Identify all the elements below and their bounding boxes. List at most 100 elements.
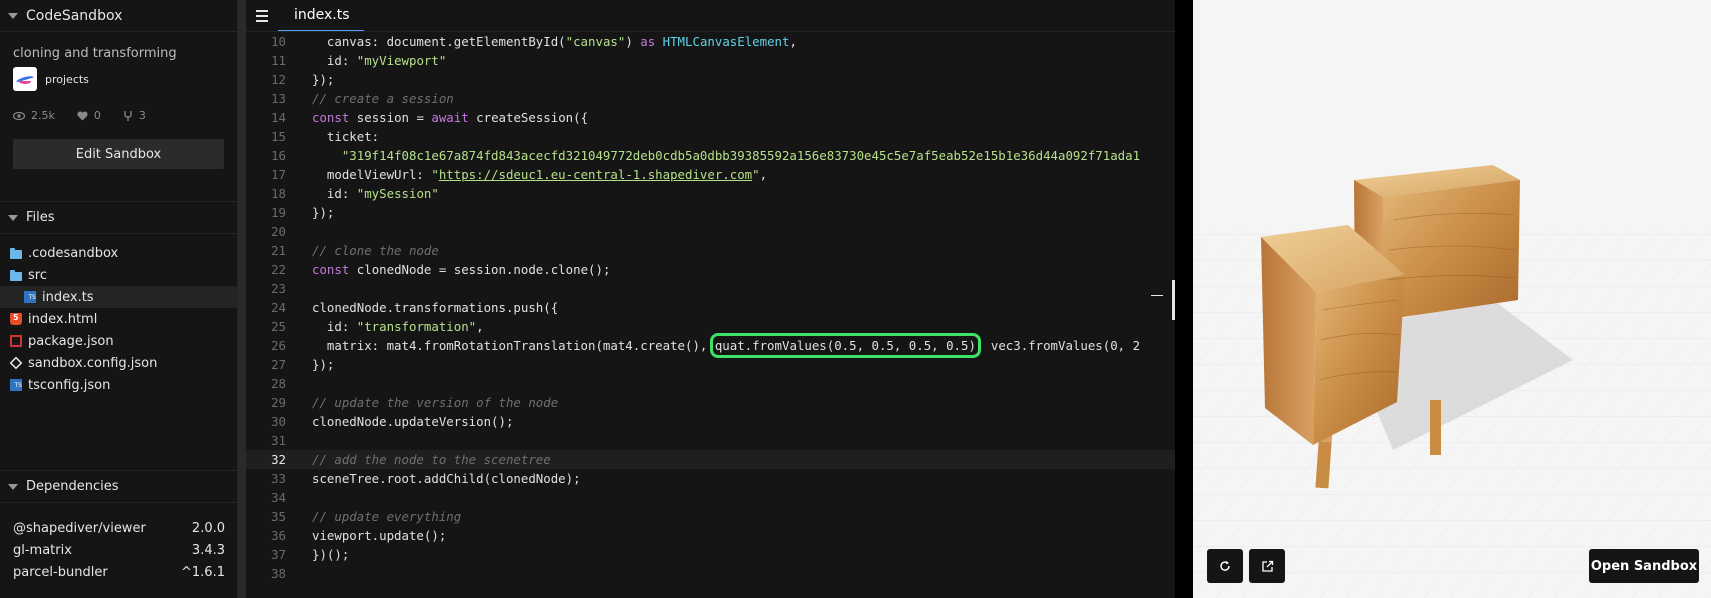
file-item[interactable]: package.json [0, 330, 237, 352]
code-line[interactable]: 11 id: "myViewport" [246, 51, 1175, 70]
file-item[interactable]: sandbox.config.json [0, 352, 237, 374]
npm-file-icon [10, 335, 22, 347]
code-line[interactable]: 24 clonedNode.transformations.push({ [246, 298, 1175, 317]
line-number: 20 [271, 224, 286, 239]
files-header-label: Files [26, 210, 55, 225]
dependency-item[interactable]: gl-matrix 3.4.3 [0, 539, 237, 561]
file-name: .codesandbox [28, 245, 119, 261]
fork-icon [124, 110, 132, 121]
chevron-down-icon [8, 12, 18, 19]
file-item[interactable]: .codesandbox [0, 242, 237, 264]
code-line[interactable]: 23 [246, 279, 1175, 298]
refresh-button[interactable] [1207, 549, 1243, 583]
code-area[interactable]: 10 canvas: document.getElementById("canv… [246, 32, 1175, 583]
code-line[interactable]: 34 [246, 488, 1175, 507]
dependencies-header[interactable]: Dependencies [0, 471, 237, 503]
avatar[interactable] [13, 67, 37, 91]
code-line[interactable]: 25 id: "transformation", [246, 317, 1175, 336]
owner[interactable]: projects [13, 67, 224, 91]
dependency-item[interactable]: parcel-bundler ^1.6.1 [0, 561, 237, 583]
code-line[interactable]: 36 viewport.update(); [246, 526, 1175, 545]
dependency-item[interactable]: @shapediver/viewer 2.0.0 [0, 517, 237, 539]
code-text: }); [312, 72, 335, 87]
line-number: 22 [271, 262, 286, 277]
file-tree: .codesandbox src TS index.ts index.html p… [0, 234, 237, 471]
code-text: // create a session [312, 91, 454, 106]
file-name: sandbox.config.json [28, 355, 158, 371]
edit-sandbox-button[interactable]: Edit Sandbox [13, 139, 224, 169]
file-item[interactable]: TS tsconfig.json [0, 374, 237, 396]
code-text: canvas: document.getElementById("canvas"… [312, 34, 797, 49]
line-number: 10 [271, 34, 286, 49]
eye-icon [13, 111, 25, 120]
preview-divider[interactable] [1175, 0, 1193, 598]
code-line[interactable]: 19}); [246, 203, 1175, 222]
code-text: clonedNode.transformations.push({ [312, 300, 559, 315]
forks-count: 3 [138, 109, 146, 122]
code-line[interactable]: 15 ticket: [246, 127, 1175, 146]
file-item[interactable]: src [0, 264, 237, 286]
line-number: 25 [271, 319, 286, 334]
code-line[interactable]: 33 sceneTree.root.addChild(clonedNode); [246, 469, 1175, 488]
dependency-version: 2.0.0 [191, 520, 225, 536]
line-number: 29 [271, 395, 286, 410]
line-number: 36 [271, 528, 286, 543]
views-stat: 2.5k [13, 109, 55, 122]
code-line[interactable]: 28 [246, 374, 1175, 393]
line-number: 24 [271, 300, 286, 315]
code-line[interactable]: 35 // update everything [246, 507, 1175, 526]
file-name: index.html [28, 311, 98, 327]
code-line[interactable]: 18 id: "mySession" [246, 184, 1175, 203]
file-item[interactable]: index.html [0, 308, 237, 330]
code-line[interactable]: 37 })(); [246, 545, 1175, 564]
code-line[interactable]: 27}); [246, 355, 1175, 374]
line-number: 16 [271, 148, 286, 163]
code-text: id: "myViewport" [312, 53, 447, 68]
likes-stat: 0 [77, 109, 101, 122]
code-text: // clone the node [312, 243, 439, 258]
menu-icon[interactable] [246, 0, 278, 31]
sandbox-info: cloning and transforming projects 2.5k 0… [0, 32, 237, 202]
code-line[interactable]: 20 [246, 222, 1175, 241]
3d-viewport[interactable] [1193, 0, 1711, 598]
code-line[interactable]: 32 // add the node to the scenetree [246, 450, 1175, 469]
code-line[interactable]: 10 canvas: document.getElementById("canv… [246, 32, 1175, 51]
code-line[interactable]: 21 // clone the node [246, 241, 1175, 260]
dependency-name: parcel-bundler [13, 564, 108, 580]
code-line[interactable]: 12}); [246, 70, 1175, 89]
code-line[interactable]: 31 [246, 431, 1175, 450]
code-text: }); [312, 357, 335, 372]
sidebar-splitter[interactable] [238, 0, 246, 598]
file-name: src [28, 267, 47, 283]
code-line[interactable]: 22 const clonedNode = session.node.clone(… [246, 260, 1175, 279]
code-line[interactable]: 14 const session = await createSession({ [246, 108, 1175, 127]
code-line[interactable]: 30 clonedNode.updateVersion(); [246, 412, 1175, 431]
owner-name[interactable]: projects [45, 73, 89, 86]
forks-stat: 3 [123, 109, 146, 122]
line-number: 37 [271, 547, 286, 562]
typescript-file-icon: TS [24, 291, 36, 303]
line-number: 12 [271, 72, 286, 87]
code-line[interactable]: 16 "319f14f08c1e67a874fd843acecfd3210497… [246, 146, 1175, 165]
dependency-version: 3.4.3 [191, 542, 225, 558]
code-line[interactable]: 29 // update the version of the node [246, 393, 1175, 412]
tab-index-ts[interactable]: index.ts [278, 0, 364, 31]
open-sandbox-button[interactable]: Open Sandbox [1589, 549, 1699, 583]
files-header[interactable]: Files [0, 202, 237, 234]
code-text: sceneTree.root.addChild(clonedNode); [312, 471, 581, 486]
line-number: 33 [271, 471, 286, 486]
preview-pane[interactable]: Open Sandbox [1193, 0, 1711, 598]
sidebar-header[interactable]: CodeSandbox [0, 0, 237, 32]
file-item-active[interactable]: TS index.ts [0, 286, 237, 308]
code-text: })(); [312, 547, 350, 562]
code-line[interactable]: 13 // create a session [246, 89, 1175, 108]
code-line[interactable]: 26 matrix: mat4.fromRotationTranslation(… [246, 333, 1175, 358]
code-line[interactable]: 38 [246, 564, 1175, 583]
code-text: clonedNode.updateVersion(); [312, 414, 514, 429]
code-line[interactable]: 17 modelViewUrl: "https://sdeuc1.eu-cent… [246, 165, 1175, 184]
open-in-new-window-button[interactable] [1249, 549, 1285, 583]
